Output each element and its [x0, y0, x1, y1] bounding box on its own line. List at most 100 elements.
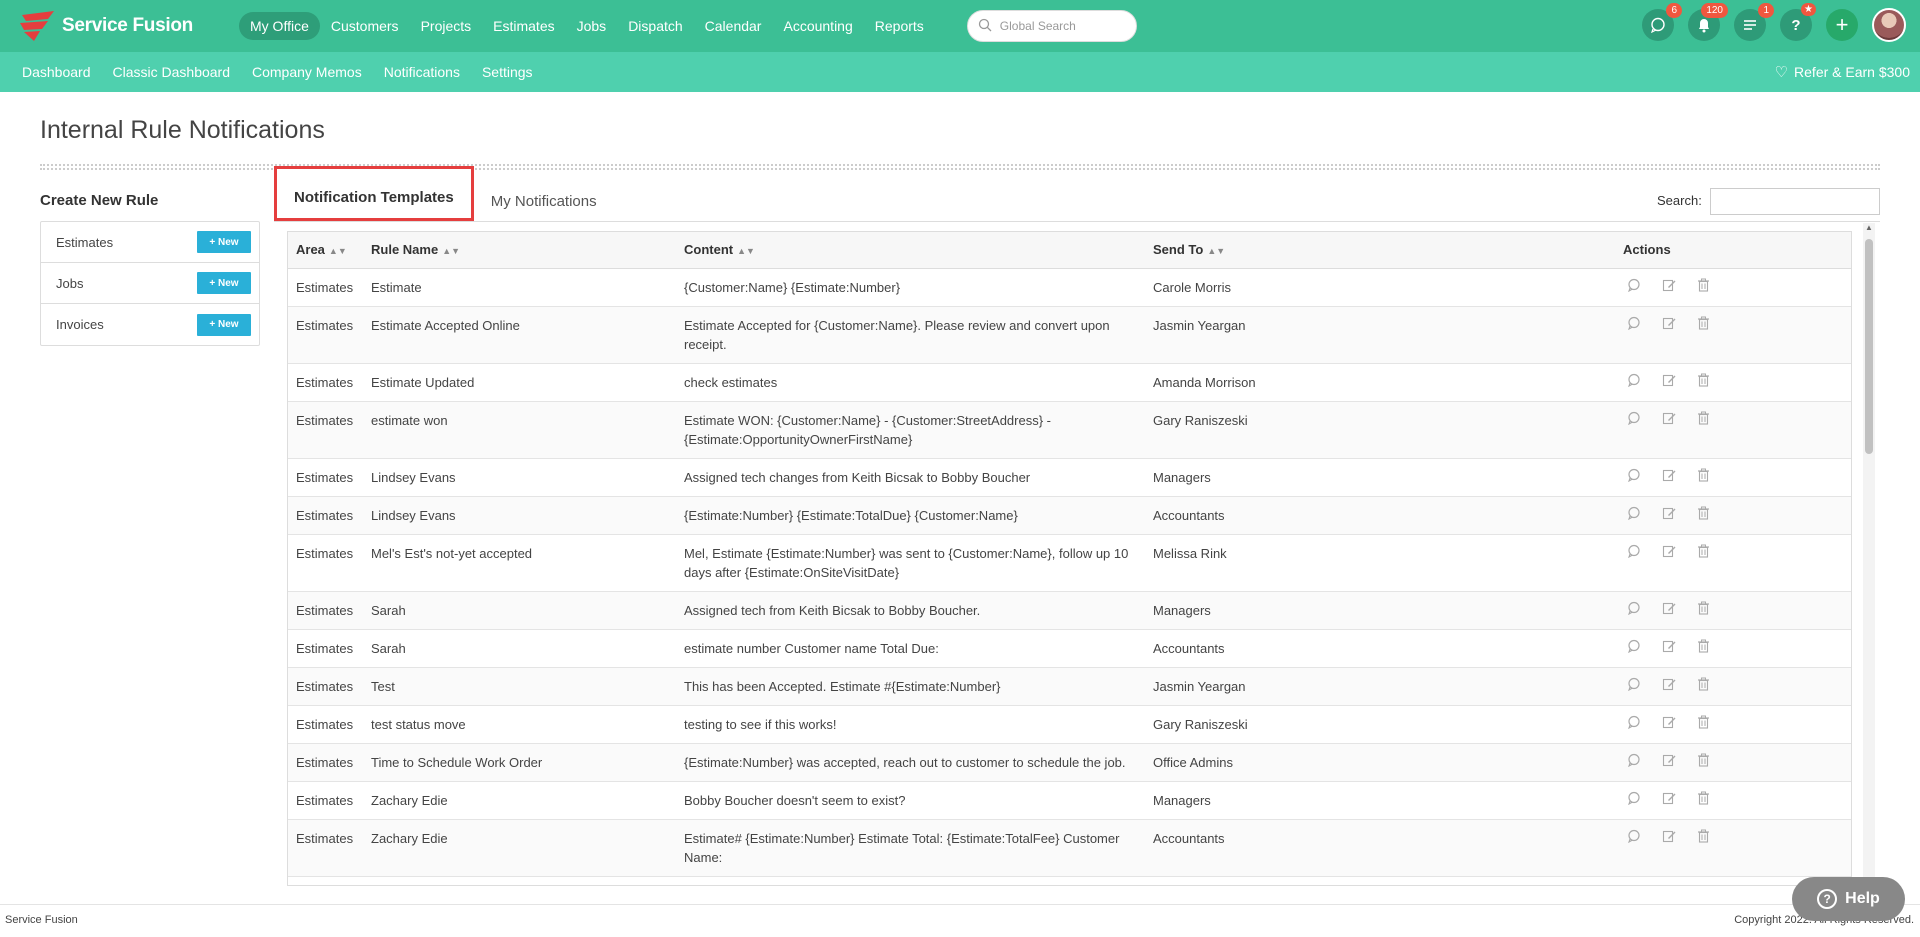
- cell-area: Estimates: [288, 667, 363, 706]
- subnav-item-notifications[interactable]: Notifications: [384, 64, 460, 80]
- cell-send: Carole Morris: [1145, 876, 1615, 885]
- preview-icon[interactable]: [1625, 886, 1642, 887]
- subnav-item-settings[interactable]: Settings: [482, 64, 533, 80]
- edit-icon[interactable]: [1660, 316, 1677, 335]
- edit-icon[interactable]: [1660, 715, 1677, 734]
- col-rule-name[interactable]: Rule Name ▲▼: [363, 232, 676, 269]
- edit-icon[interactable]: [1660, 886, 1677, 887]
- preview-icon[interactable]: [1625, 506, 1642, 525]
- edit-icon[interactable]: [1660, 278, 1677, 297]
- subnav-item-company-memos[interactable]: Company Memos: [252, 64, 362, 80]
- edit-icon[interactable]: [1660, 677, 1677, 696]
- subnav-item-dashboard[interactable]: Dashboard: [22, 64, 91, 80]
- edit-icon[interactable]: [1660, 601, 1677, 620]
- chat-icon[interactable]: 6: [1642, 3, 1682, 41]
- help-button[interactable]: ? Help: [1792, 877, 1905, 921]
- preview-icon[interactable]: [1625, 753, 1642, 772]
- subnav-item-classic-dashboard[interactable]: Classic Dashboard: [113, 64, 231, 80]
- refer-earn-link[interactable]: ♡ Refer & Earn $300: [1775, 63, 1910, 81]
- nav-item-customers[interactable]: Customers: [320, 12, 410, 40]
- tasks-icon[interactable]: 1: [1734, 3, 1774, 41]
- new-jobs-rule-button[interactable]: + New: [197, 272, 251, 294]
- new-estimates-rule-button[interactable]: + New: [197, 231, 251, 253]
- edit-icon[interactable]: [1660, 411, 1677, 430]
- table-row: Estimates Lindsey Evans Assigned tech chan…: [288, 458, 1851, 497]
- nav-item-reports[interactable]: Reports: [864, 12, 935, 40]
- trash-icon[interactable]: [1695, 316, 1712, 335]
- trash-icon[interactable]: [1695, 829, 1712, 848]
- nav-item-dispatch[interactable]: Dispatch: [617, 12, 693, 40]
- tab-my-notifications[interactable]: My Notifications: [474, 181, 614, 221]
- trash-icon[interactable]: [1695, 753, 1712, 772]
- add-plus-icon[interactable]: +: [1826, 9, 1858, 41]
- sort-icon: ▲▼: [1207, 246, 1226, 257]
- edit-icon[interactable]: [1660, 506, 1677, 525]
- trash-icon[interactable]: [1695, 544, 1712, 563]
- edit-icon[interactable]: [1660, 544, 1677, 563]
- nav-item-jobs[interactable]: Jobs: [566, 12, 618, 40]
- cell-rule: Carole Test: [363, 876, 676, 885]
- trash-icon[interactable]: [1695, 639, 1712, 658]
- cell-send: Gary Raniszeski: [1145, 705, 1615, 744]
- preview-icon[interactable]: [1625, 468, 1642, 487]
- help-question-icon[interactable]: ? ★: [1780, 3, 1816, 41]
- preview-icon[interactable]: [1625, 639, 1642, 658]
- preview-icon[interactable]: [1625, 791, 1642, 810]
- preview-icon[interactable]: [1625, 677, 1642, 696]
- edit-icon[interactable]: [1660, 639, 1677, 658]
- preview-icon[interactable]: [1625, 829, 1642, 848]
- preview-icon[interactable]: [1625, 316, 1642, 335]
- new-invoices-rule-button[interactable]: + New: [197, 313, 251, 336]
- cell-area: Estimates: [288, 743, 363, 782]
- preview-icon[interactable]: [1625, 278, 1642, 297]
- trash-icon[interactable]: [1695, 715, 1712, 734]
- bell-icon[interactable]: 120: [1688, 3, 1728, 41]
- edit-icon[interactable]: [1660, 791, 1677, 810]
- preview-icon[interactable]: [1625, 601, 1642, 620]
- trash-icon[interactable]: [1695, 506, 1712, 525]
- nav-item-estimates[interactable]: Estimates: [482, 12, 565, 40]
- search-icon: [978, 18, 992, 35]
- cell-send: Carole Morris: [1145, 268, 1615, 307]
- avatar[interactable]: [1872, 8, 1906, 42]
- trash-icon[interactable]: [1695, 373, 1712, 392]
- scroll-thumb[interactable]: [1865, 239, 1873, 454]
- global-search-input[interactable]: [999, 19, 1120, 33]
- edit-icon[interactable]: [1660, 829, 1677, 848]
- trash-icon[interactable]: [1695, 677, 1712, 696]
- preview-icon[interactable]: [1625, 715, 1642, 734]
- search-input[interactable]: [1710, 188, 1880, 215]
- edit-icon[interactable]: [1660, 373, 1677, 392]
- table-scrollbar[interactable]: ▲ ▼: [1863, 223, 1875, 886]
- trash-icon[interactable]: [1695, 601, 1712, 620]
- edit-icon[interactable]: [1660, 468, 1677, 487]
- col-content[interactable]: Content ▲▼: [676, 232, 1145, 269]
- nav-item-calendar[interactable]: Calendar: [694, 12, 773, 40]
- brand-logo[interactable]: Service Fusion: [18, 9, 233, 43]
- preview-icon[interactable]: [1625, 544, 1642, 563]
- col-area[interactable]: Area ▲▼: [288, 232, 363, 269]
- trash-icon[interactable]: [1695, 791, 1712, 810]
- cell-area: Estimates: [288, 363, 363, 402]
- cell-rule: Lindsey Evans: [363, 496, 676, 535]
- table-row: Estimates Test This has been Accepted. Est…: [288, 667, 1851, 706]
- table-row: Estimates test status move testing to see …: [288, 705, 1851, 744]
- scroll-up-arrow-icon[interactable]: ▲: [1865, 223, 1873, 232]
- trash-icon[interactable]: [1695, 468, 1712, 487]
- nav-item-my-office[interactable]: My Office: [239, 12, 320, 40]
- edit-icon[interactable]: [1660, 753, 1677, 772]
- col-send-to[interactable]: Send To ▲▼: [1145, 232, 1615, 269]
- tab-notification-templates[interactable]: Notification Templates: [274, 166, 474, 221]
- cell-actions: [1615, 667, 1851, 706]
- cell-area: Estimates: [288, 306, 363, 364]
- nav-item-accounting[interactable]: Accounting: [772, 12, 863, 40]
- trash-icon[interactable]: [1695, 278, 1712, 297]
- sort-icon: ▲▼: [442, 246, 461, 257]
- trash-icon[interactable]: [1695, 886, 1712, 887]
- preview-icon[interactable]: [1625, 373, 1642, 392]
- nav-item-projects[interactable]: Projects: [410, 12, 483, 40]
- col-rule-label: Rule Name: [371, 242, 439, 258]
- global-search[interactable]: [966, 10, 1137, 42]
- preview-icon[interactable]: [1625, 411, 1642, 430]
- trash-icon[interactable]: [1695, 411, 1712, 430]
